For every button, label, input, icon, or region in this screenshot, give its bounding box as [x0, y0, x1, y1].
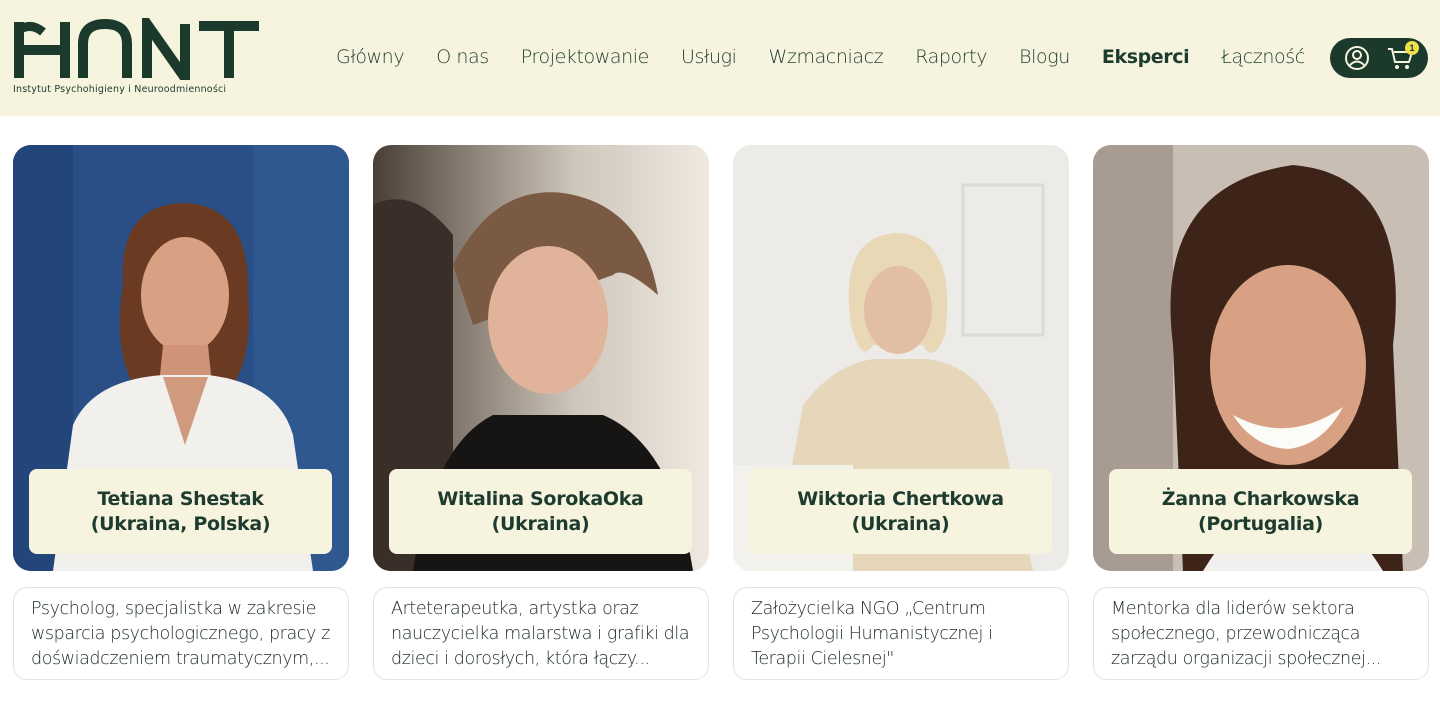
cart-count-badge: 1 — [1405, 41, 1419, 55]
logo-mark — [14, 18, 259, 80]
nav-item-o-nas[interactable]: O nas — [436, 46, 489, 68]
expert-description: Mentorka dla liderów sektora społecznego… — [1111, 599, 1382, 669]
site-header: Instytut Psychohigieny i Neuroodmiennośc… — [0, 0, 1440, 116]
nav-item-lacznosc[interactable]: Łączność — [1221, 46, 1305, 68]
expert-name: Tetiana Shestak (Ukraina, Polska) — [90, 487, 271, 535]
expert-description: Psycholog, specjalistka w zakresie wspar… — [31, 599, 330, 669]
user-circle-icon[interactable] — [1344, 45, 1370, 71]
expert-description: Arteterapeutka, artystka oraz nauczyciel… — [391, 599, 690, 669]
nav-item-wzmacniacz[interactable]: Wzmacniacz — [769, 46, 884, 68]
logo-tagline: Instytut Psychohigieny i Neuroodmiennośc… — [13, 84, 227, 95]
expert-description: Założycielka NGO „Centrum Psychologii Hu… — [751, 599, 993, 669]
main-nav: Główny O nas Projektowanie Usługi Wzmacn… — [336, 46, 1337, 68]
expert-name-box: Tetiana Shestak (Ukraina, Polska) — [29, 469, 332, 554]
nav-item-projektowanie[interactable]: Projektowanie — [521, 46, 650, 68]
expert-description-box: Założycielka NGO „Centrum Psychologii Hu… — [733, 587, 1069, 680]
expert-name-box: Witalina SorokaOka (Ukraina) — [389, 469, 692, 554]
expert-description-box: Arteterapeutka, artystka oraz nauczyciel… — [373, 587, 709, 680]
expert-name: Żanna Charkowska (Portugalia) — [1161, 487, 1360, 535]
expert-name: Witalina SorokaOka (Ukraina) — [437, 487, 644, 535]
expert-description-box: Mentorka dla liderów sektora społecznego… — [1093, 587, 1429, 680]
logo[interactable]: Instytut Psychohigieny i Neuroodmiennośc… — [13, 18, 263, 98]
nav-item-blogu[interactable]: Blogu — [1019, 46, 1070, 68]
nav-item-eksperci[interactable]: Eksperci — [1102, 46, 1190, 68]
nav-item-glowny[interactable]: Główny — [336, 46, 405, 68]
nav-item-uslugi[interactable]: Usługi — [681, 46, 737, 68]
nav-item-raporty[interactable]: Raporty — [915, 46, 987, 68]
expert-name: Wiktoria Chertkowa (Ukraina) — [797, 487, 1004, 535]
expert-name-box: Żanna Charkowska (Portugalia) — [1109, 469, 1412, 554]
expert-description-box: Psycholog, specjalistka w zakresie wspar… — [13, 587, 349, 680]
expert-name-box: Wiktoria Chertkowa (Ukraina) — [749, 469, 1052, 554]
